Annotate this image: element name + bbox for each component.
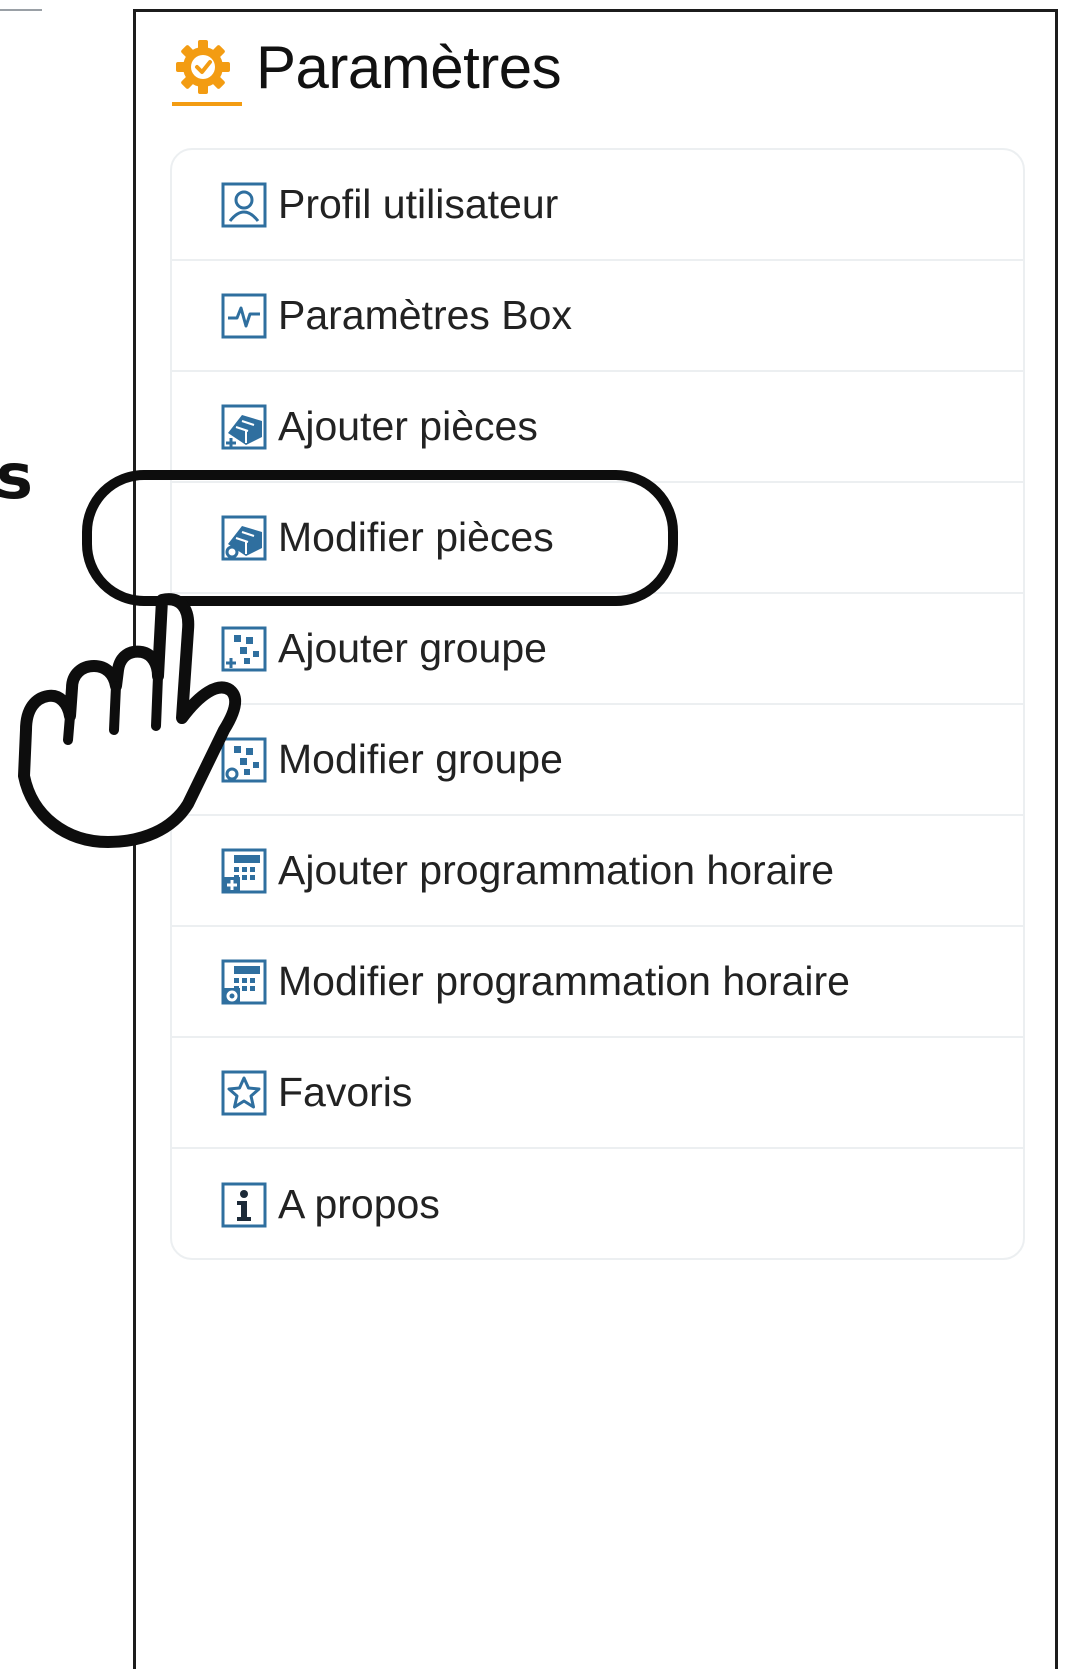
settings-gear-icon [172,37,234,97]
add-rooms-icon [220,403,268,451]
menu-item-label: Favoris [278,1069,413,1115]
menu-item-label: Modifier groupe [278,736,563,782]
menu-item-label: Ajouter programmation horaire [278,847,835,893]
menu-item-parametres-box[interactable]: Paramètres Box [172,261,1023,372]
menu-item-ajouter-pieces[interactable]: Ajouter pièces [172,372,1023,483]
menu-item-label: Profil utilisateur [278,181,559,227]
menu-item-favoris[interactable]: Favoris [172,1038,1023,1149]
menu-item-a-propos[interactable]: A propos [172,1149,1023,1258]
cropped-edge-text: s [0,440,33,513]
highlight-outline [82,470,678,606]
top-left-divider [0,9,42,11]
menu-item-label: Ajouter pièces [278,403,538,449]
menu-item-ajouter-programmation-horaire[interactable]: Ajouter programmation horaire [172,816,1023,927]
settings-menu: Profil utilisateur Paramètres Box Ajoute… [170,148,1025,1260]
menu-item-modifier-groupe[interactable]: Modifier groupe [172,705,1023,816]
menu-item-label: Paramètres Box [278,292,572,338]
menu-item-label: Modifier programmation horaire [278,958,850,1004]
star-icon [220,1069,268,1117]
menu-item-ajouter-groupe[interactable]: Ajouter groupe [172,594,1023,705]
info-icon [220,1181,268,1229]
phone-screen: Paramètres Profil utilisateur Paramètres… [133,9,1058,1669]
page-title: Paramètres [256,33,562,101]
menu-item-profil-utilisateur[interactable]: Profil utilisateur [172,150,1023,261]
user-profile-icon [220,181,268,229]
menu-item-label: A propos [278,1181,440,1227]
pointing-hand-icon [12,590,252,855]
menu-item-modifier-programmation-horaire[interactable]: Modifier programmation horaire [172,927,1023,1038]
box-pulse-icon [220,292,268,340]
menu-item-label: Ajouter groupe [278,625,547,671]
edit-schedule-icon [220,958,268,1006]
title-underline [172,102,242,106]
page-header: Paramètres [172,32,562,102]
